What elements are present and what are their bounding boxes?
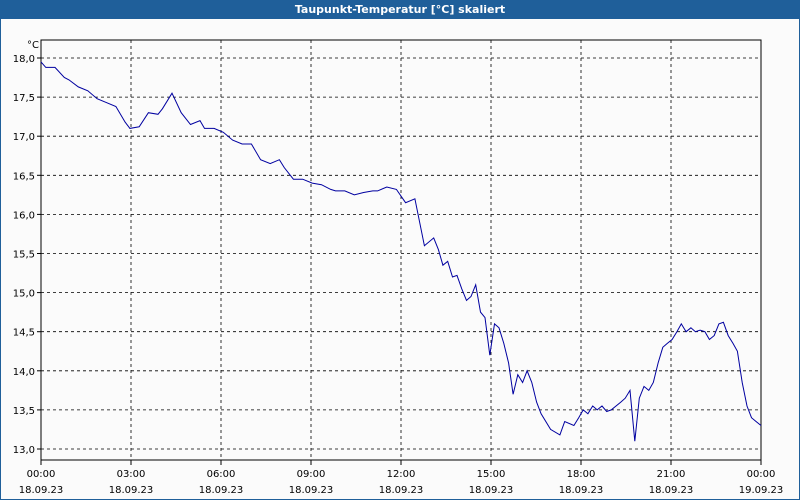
y-axis: 18,0 17,5 17,0 16,5 16,0 15,5 15,0 14,5 14,0 13,5…: [13, 54, 41, 456]
y-tick-label: 14,5: [13, 328, 35, 339]
chart-window: Taupunkt-Temperatur [°C] skaliert 18,0 17…: [0, 0, 800, 500]
y-tick-label: 18,0: [13, 54, 35, 65]
y-tick-label: 13,5: [13, 406, 35, 417]
y-tick-label: 16,5: [13, 171, 35, 182]
x-tick-date: 18.09.23: [109, 485, 154, 496]
x-tick-date: 18.09.23: [379, 485, 424, 496]
x-tick-time: 18:00: [567, 469, 596, 480]
x-tick-time: 21:00: [657, 469, 686, 480]
x-tick-date: 18.09.23: [469, 485, 514, 496]
x-tick-time: 15:00: [477, 469, 506, 480]
x-tick-date: 18.09.23: [649, 485, 694, 496]
y-tick-label: 17,0: [13, 132, 35, 143]
y-tick-label: 17,5: [13, 93, 35, 104]
x-tick-date: 18.09.23: [19, 485, 64, 496]
y-axis-unit: °C: [27, 40, 39, 51]
y-tick-label: 15,0: [13, 289, 35, 300]
x-tick-time: 09:00: [297, 469, 326, 480]
line-chart: 18,0 17,5 17,0 16,5 16,0 15,5 15,0 14,5 14,0 13,5…: [13, 39, 784, 496]
x-tick-date: 18.09.23: [559, 485, 604, 496]
x-tick-date: 18.09.23: [199, 485, 244, 496]
y-tick-label: 14,0: [13, 367, 35, 378]
x-tick-time: 12:00: [387, 469, 416, 480]
x-tick-date: 18.09.23: [289, 485, 334, 496]
x-tick-date: 19.09.23: [739, 485, 784, 496]
x-tick-time: 06:00: [207, 469, 236, 480]
x-tick-time: 00:00: [27, 469, 56, 480]
y-tick-label: 13,0: [13, 445, 35, 456]
grid: [40, 39, 762, 461]
y-tick-label: 15,5: [13, 250, 35, 261]
x-axis: 00:00 18.09.23 03:00 18.09.23 06:00 18.09.23 0…: [19, 460, 784, 496]
chart-title: Taupunkt-Temperatur [°C] skaliert: [1, 1, 799, 19]
y-tick-label: 16,0: [13, 210, 35, 221]
x-tick-time: 00:00: [747, 469, 776, 480]
x-tick-time: 03:00: [117, 469, 146, 480]
